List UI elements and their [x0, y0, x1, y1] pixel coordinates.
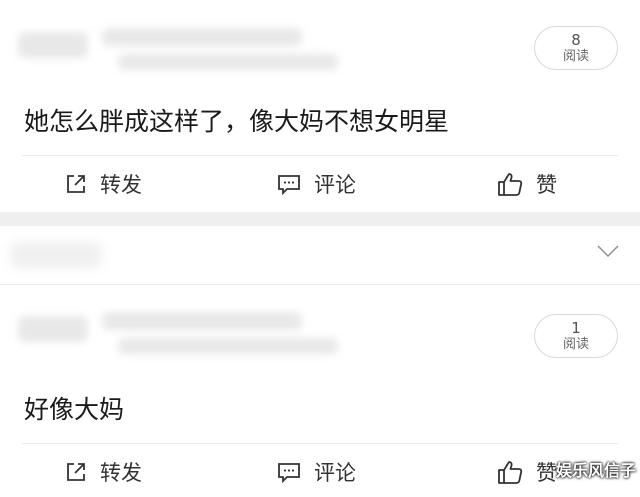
divider	[22, 155, 618, 156]
comment-text: 好像大妈	[24, 395, 125, 424]
watermark: 娱乐风信子	[555, 461, 636, 480]
comment-card: 8 阅读 她怎么胖成这样了，像大妈不想女明星 转发 评论 赞	[0, 0, 640, 212]
comment-text: 她怎么胖成这样了，像大妈不想女明星	[24, 107, 450, 136]
read-count: 1	[571, 319, 581, 337]
like-button[interactable]: 赞	[496, 450, 557, 494]
comment-card: 1 阅读 好像大妈 转发 评论 赞	[0, 288, 640, 497]
forward-button[interactable]: 转发	[64, 450, 142, 494]
comment-label: 评论	[314, 173, 356, 197]
comment-button[interactable]: 评论	[276, 162, 356, 206]
thumbs-up-icon	[498, 173, 523, 196]
read-count: 8	[571, 31, 581, 49]
collapsed-row	[0, 226, 640, 285]
forward-label: 转发	[100, 173, 142, 197]
blurred-content	[10, 242, 102, 268]
comment-button[interactable]: 评论	[276, 450, 356, 494]
read-label: 阅读	[562, 337, 589, 352]
blurred-user-header	[18, 24, 348, 80]
share-arrow-icon	[67, 175, 85, 193]
read-count-badge: 1 阅读	[534, 314, 618, 358]
comment-label: 评论	[314, 461, 356, 485]
divider	[22, 443, 618, 444]
blurred-user-header	[18, 308, 348, 364]
read-count-badge: 8 阅读	[534, 26, 618, 70]
comment-bubble-icon	[278, 175, 300, 196]
thumbs-up-icon	[498, 461, 523, 484]
section-separator	[0, 212, 640, 226]
share-arrow-icon	[67, 463, 85, 481]
read-label: 阅读	[562, 49, 589, 64]
like-label: 赞	[536, 173, 557, 197]
action-bar: 转发 评论 赞	[0, 450, 640, 494]
action-bar: 转发 评论 赞	[0, 162, 640, 206]
forward-label: 转发	[100, 461, 142, 485]
chevron-down-icon[interactable]	[596, 244, 620, 258]
comment-bubble-icon	[278, 463, 300, 484]
like-button[interactable]: 赞	[496, 162, 557, 206]
forward-button[interactable]: 转发	[64, 162, 142, 206]
like-label: 赞	[536, 461, 557, 485]
